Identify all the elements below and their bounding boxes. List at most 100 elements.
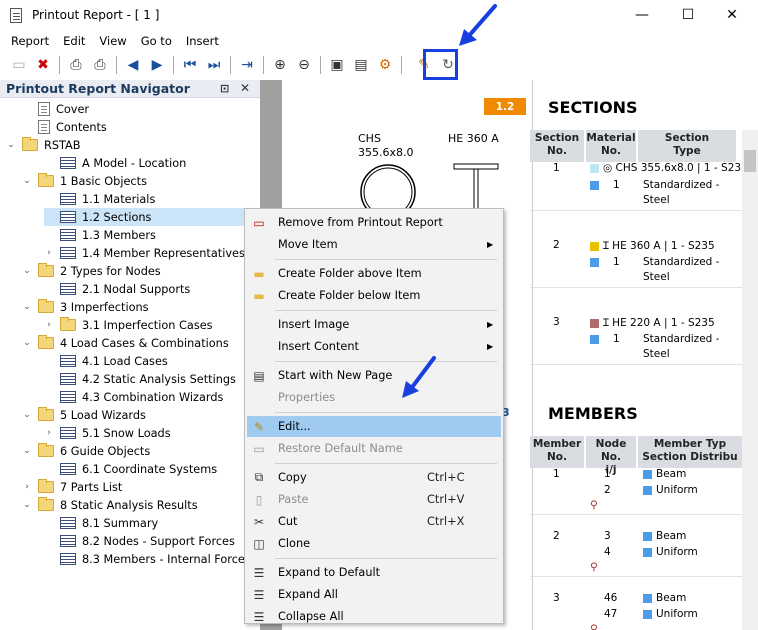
tree-item[interactable]: 8.2 Nodes - Support Forces <box>44 532 235 550</box>
row-separator <box>530 576 742 577</box>
print-settings-icon[interactable]: ⎙ <box>89 54 111 76</box>
menu-item-create-folder-below-item[interactable]: ▬ Create Folder below Item <box>247 285 501 306</box>
restore-icon: ▭ <box>253 441 265 456</box>
delete-report-icon[interactable]: ✖ <box>32 54 54 76</box>
tree-item[interactable]: › 1.4 Member Representatives <box>44 244 245 262</box>
tree-item[interactable]: 8.3 Members - Internal Forces by <box>44 550 268 568</box>
collapsed-chevron-icon[interactable]: › <box>44 320 54 330</box>
table-icon <box>60 373 76 385</box>
menu-edit[interactable]: Edit <box>56 34 92 48</box>
section-material: 1 <box>590 333 620 345</box>
last-page-icon[interactable]: ⏭ <box>203 54 225 76</box>
expanded-chevron-icon[interactable]: ⌄ <box>22 410 32 420</box>
menu-item-edit[interactable]: ✎ Edit... <box>247 416 501 437</box>
header-footer-icon[interactable]: ▤ <box>350 54 372 76</box>
collapsed-chevron-icon[interactable]: › <box>44 428 54 438</box>
expanded-chevron-icon[interactable]: ⌄ <box>22 500 32 510</box>
pin-icon[interactable]: ⊡ <box>220 82 229 95</box>
collapsed-chevron-icon[interactable]: › <box>22 482 32 492</box>
menu-item-copy[interactable]: ⧉ Copy Ctrl+C <box>247 467 501 488</box>
expanded-chevron-icon[interactable]: ⌄ <box>22 176 32 186</box>
page-icon <box>38 120 50 134</box>
minimize-button[interactable]: — <box>632 6 652 24</box>
tree-item[interactable]: 6.1 Coordinate Systems <box>44 460 217 478</box>
members-column-header: Node No. i/j <box>586 436 636 476</box>
section-name-text: Ɪ HE 220 A | 1 - S235 <box>603 317 715 329</box>
navigator-close-icon[interactable]: ✕ <box>240 81 250 95</box>
tree-item[interactable]: A Model - Location <box>44 154 186 172</box>
print-icon[interactable]: ⎙ <box>65 54 87 76</box>
menu-item-remove-from-printout-report[interactable]: ▭ Remove from Printout Report <box>247 212 501 233</box>
go-to-page-icon[interactable]: ⇥ <box>236 54 258 76</box>
close-button[interactable]: ✕ <box>722 6 742 24</box>
tree-item[interactable]: ⌄ 4 Load Cases & Combinations <box>22 334 229 352</box>
next-page-icon[interactable]: ▶ <box>146 54 168 76</box>
tree-item[interactable]: 2.1 Nodal Supports <box>44 280 190 298</box>
menu-item-expand-to-default[interactable]: ☰ Expand to Default <box>247 562 501 583</box>
expanded-chevron-icon[interactable]: ⌄ <box>22 446 32 456</box>
maximize-button[interactable]: ☐ <box>678 6 698 24</box>
page-setup-icon[interactable]: ▣ <box>326 54 348 76</box>
menu-item-shortcut: Ctrl+V <box>427 493 465 506</box>
tree-item[interactable]: › 5.1 Snow Loads <box>44 424 170 442</box>
expanded-chevron-icon[interactable]: ⌄ <box>6 140 16 150</box>
zoom-in-icon[interactable]: ⊕ <box>269 54 291 76</box>
menu-item-expand-all[interactable]: ☰ Expand All <box>247 584 501 605</box>
tree-item[interactable]: 4.2 Static Analysis Settings <box>44 370 236 388</box>
tree-item[interactable]: 4.1 Load Cases <box>44 352 168 370</box>
tree-item[interactable]: 1.1 Materials <box>44 190 155 208</box>
tree-item[interactable]: › 3.1 Imperfection Cases <box>44 316 213 334</box>
table-icon <box>60 157 76 169</box>
page-icon <box>38 102 50 116</box>
menu-item-cut[interactable]: ✂ Cut Ctrl+X <box>247 511 501 532</box>
menu-item-shortcut: Ctrl+C <box>427 471 465 484</box>
menu-view[interactable]: View <box>92 34 133 48</box>
new-page-icon: ▤ <box>253 368 265 383</box>
tree-item-label: 1.2 Sections <box>82 210 152 224</box>
tree-item[interactable]: › 7 Parts List <box>22 478 122 496</box>
previous-page-icon[interactable]: ◀ <box>122 54 144 76</box>
menu-item-start-with-new-page[interactable]: ▤ Start with New Page <box>247 365 501 386</box>
tree-item[interactable]: Contents <box>22 118 107 136</box>
zoom-out-icon[interactable]: ⊖ <box>293 54 315 76</box>
scrollbar-thumb[interactable] <box>744 150 756 172</box>
vertical-scrollbar[interactable] <box>742 130 758 630</box>
menu-insert[interactable]: Insert <box>179 34 226 48</box>
toolbar-divider <box>116 55 117 74</box>
first-page-icon[interactable]: ⏮ <box>179 54 201 76</box>
menu-item-label: Paste <box>278 493 309 506</box>
tree-item[interactable]: ⌄ 2 Types for Nodes <box>22 262 161 280</box>
expanded-chevron-icon[interactable]: ⌄ <box>22 266 32 276</box>
tree-item-label: 1.3 Members <box>82 228 156 242</box>
printout-report-window: Printout Report - [ 1 ] — ☐ ✕ Report Edi… <box>0 0 758 630</box>
menu-item-create-folder-above-item[interactable]: ▬ Create Folder above Item <box>247 263 501 284</box>
menu-report[interactable]: Report <box>4 34 56 48</box>
tree-item[interactable]: ⌄ 1 Basic Objects <box>22 172 147 190</box>
tree-item[interactable]: ⌄ 8 Static Analysis Results <box>22 496 198 514</box>
table-icon <box>60 229 76 241</box>
menu-goto[interactable]: Go to <box>134 34 179 48</box>
menu-item-collapse-all[interactable]: ☰ Collapse All <box>247 606 501 627</box>
collapsed-chevron-icon[interactable]: › <box>44 248 54 258</box>
new-report-icon[interactable]: ▭ <box>8 54 30 76</box>
menu-item-clone[interactable]: ◫ Clone <box>247 533 501 554</box>
menu-item-insert-image[interactable]: Insert Image ▶ <box>247 314 501 335</box>
expanded-chevron-icon[interactable]: ⌄ <box>22 338 32 348</box>
tree-item[interactable]: 8.1 Summary <box>44 514 158 532</box>
menu-item-label: Edit... <box>278 420 311 433</box>
tree-item-label: 7 Parts List <box>60 480 123 494</box>
tree-item[interactable]: ⌄ 3 Imperfections <box>22 298 149 316</box>
tree-item[interactable]: 1.2 Sections <box>44 208 250 226</box>
report-settings-icon[interactable]: ⚙ <box>374 54 396 76</box>
tree-item[interactable]: 4.3 Combination Wizards <box>44 388 223 406</box>
tree-item[interactable]: ⌄ 5 Load Wizards <box>22 406 146 424</box>
tree-item[interactable]: ⌄ RSTAB <box>6 136 81 154</box>
tree-item[interactable]: Cover <box>22 100 89 118</box>
menu-item-shortcut: Ctrl+X <box>427 515 465 528</box>
expanded-chevron-icon[interactable]: ⌄ <box>22 302 32 312</box>
menu-item-move-item[interactable]: Move Item ▶ <box>247 234 501 255</box>
member-symbol-icon: ⚲ <box>590 623 598 630</box>
tree-item[interactable]: ⌄ 6 Guide Objects <box>22 442 150 460</box>
menu-item-insert-content[interactable]: Insert Content ▶ <box>247 336 501 357</box>
tree-item[interactable]: 1.3 Members <box>44 226 156 244</box>
